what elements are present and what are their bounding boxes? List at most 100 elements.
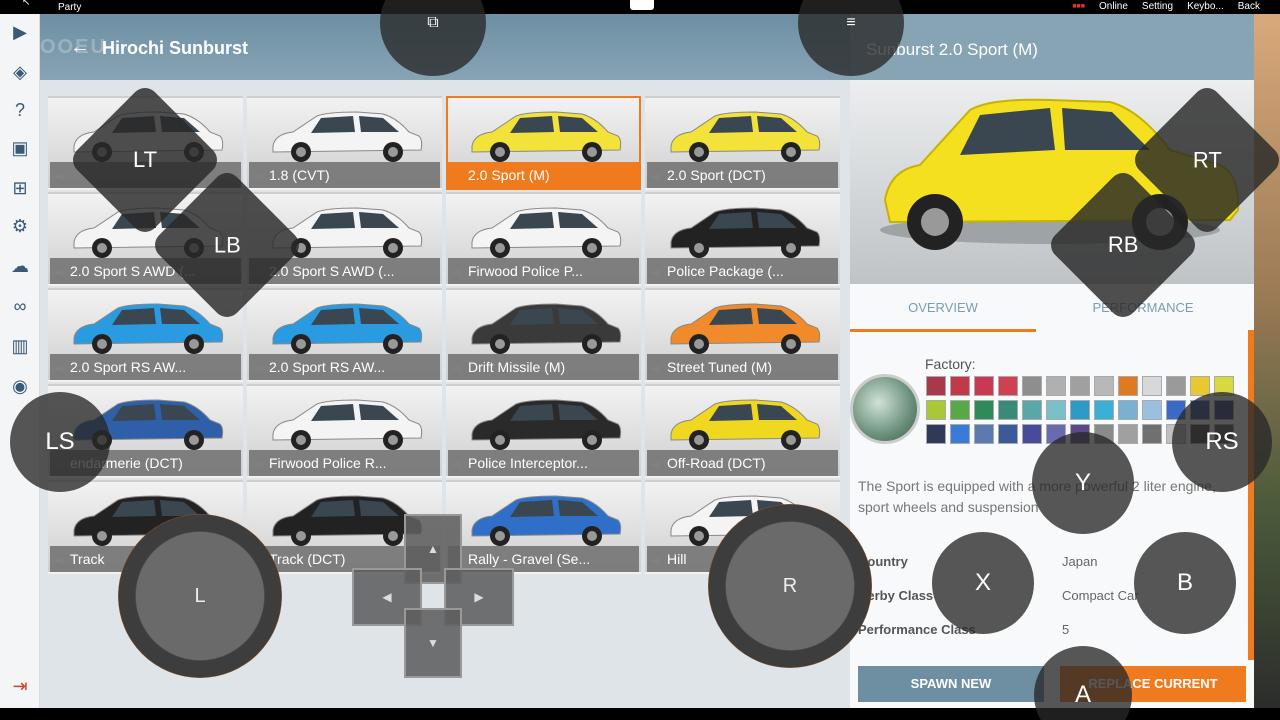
party-label[interactable]: Party [58,2,81,13]
config-label: Off-Road (DCT) [647,450,838,476]
settings-icon[interactable]: ⚙ [8,214,32,238]
rt-label: RT [1192,147,1222,172]
tab-overview[interactable]: OVERVIEW [850,284,1036,332]
layers-icon[interactable]: ◈ [8,60,32,84]
infinity-icon[interactable]: ∞ [8,294,32,318]
color-swatch[interactable] [950,400,970,420]
a-label: A [1074,681,1091,708]
left-stick[interactable]: L [118,514,282,678]
factory-label: Factory: [925,356,976,372]
exit-icon[interactable]: ⇥ [8,674,32,698]
config-tile[interactable]: ⋖2.0 Sport (M) [446,96,641,190]
briefcase-icon[interactable]: ▣ [8,136,32,160]
car-thumbnail [670,111,821,162]
color-swatch[interactable] [926,376,946,396]
color-swatch[interactable] [926,424,946,444]
config-tile[interactable]: ⋖1.8 (CVT) [247,96,442,190]
color-swatch[interactable] [926,400,946,420]
config-tile[interactable]: ⋖Street Tuned (M) [645,288,840,382]
config-label: 2.0 Sport (M) [448,162,639,188]
help-icon[interactable]: ? [8,98,32,122]
color-swatch[interactable] [1166,376,1186,396]
y-label: Y [1074,469,1091,496]
color-swatch[interactable] [1070,400,1090,420]
config-label: Police Package (... [647,258,838,284]
spawn-new-button[interactable]: SPAWN NEW [858,666,1044,702]
detail-header: Sunburst 2.0 Sport (M) [850,14,1254,80]
config-tile[interactable]: ⋖Police Interceptor... [446,384,641,478]
config-tile[interactable]: ⋖Firwood Police R... [247,384,442,478]
color-swatch[interactable] [950,376,970,396]
config-tile[interactable]: ⋖Rally - Gravel (Se... [446,480,641,574]
color-swatch[interactable] [1046,376,1066,396]
spec-value: Japan [1062,554,1098,569]
config-tile[interactable]: ⋖2.0 Sport RS AW... [247,288,442,382]
color-swatch[interactable] [998,400,1018,420]
color-swatch[interactable] [1142,400,1162,420]
config-tile[interactable]: ⋖Drift Missile (M) [446,288,641,382]
back-arrow-icon[interactable]: ↖ [22,0,30,8]
setting-link[interactable]: Setting [1142,1,1173,12]
color-swatch[interactable] [998,424,1018,444]
paint-preview-icon[interactable] [850,374,920,444]
color-swatch[interactable] [1118,400,1138,420]
car-thumbnail [471,207,622,258]
config-tile[interactable]: ⋖Off-Road (DCT) [645,384,840,478]
right-stick[interactable]: R [708,504,872,668]
y-button[interactable]: Y [1032,432,1134,534]
ls-label: LS [45,428,75,455]
online-link[interactable]: Online [1099,1,1128,12]
car-thumbnail [272,495,423,546]
detail-tabs: OVERVIEW PERFORMANCE [850,284,1254,332]
spec-value: Compact Car [1062,588,1139,603]
color-swatch[interactable] [1070,376,1090,396]
keyboard-link[interactable]: Keybo... [1187,1,1224,12]
camera-sidebar-icon[interactable]: ◉ [8,374,32,398]
color-swatch[interactable] [974,424,994,444]
rs-label: RS [1205,428,1239,455]
color-swatch[interactable] [1094,376,1114,396]
r-label: R [782,574,798,597]
color-swatch[interactable] [950,424,970,444]
car-thumbnail [471,111,622,162]
cloud-icon[interactable]: ☁ [8,254,32,278]
book-icon[interactable]: ▥ [8,334,32,358]
car-thumbnail [670,399,821,450]
config-label: 2.0 Sport (DCT) [647,162,838,188]
config-label: Drift Missile (M) [448,354,639,380]
back-link[interactable]: Back [1238,1,1260,12]
car-thumbnail [471,399,622,450]
system-bar: ↖ Party ■■■ Online Setting Keybo... Back [0,0,1280,14]
color-swatch[interactable] [1046,400,1066,420]
config-tile[interactable]: ⋖2.0 Sport (DCT) [645,96,840,190]
color-swatch[interactable] [974,400,994,420]
back-arrow-icon[interactable]: ← [70,36,90,59]
config-tile[interactable]: ⋖Firwood Police P... [446,192,641,286]
color-swatch[interactable] [1142,376,1162,396]
car-icon[interactable]: ⊞ [8,176,32,200]
b-label: B [1176,569,1193,596]
car-thumbnail [670,207,821,258]
config-tile[interactable]: ⋖Police Package (... [645,192,840,286]
color-swatch[interactable] [1118,424,1138,444]
color-swatch[interactable] [1118,376,1138,396]
ls-button[interactable]: LS [10,392,110,492]
x-label: X [974,569,991,596]
config-label: Firwood Police R... [249,450,440,476]
sidebar: ▶ ◈ ? ▣ ⊞ ⚙ ☁ ∞ ▥ ◉ ⇥ [0,14,40,720]
color-swatch[interactable] [1022,424,1042,444]
color-swatch[interactable] [1022,376,1042,396]
screen: ↖ Party ■■■ Online Setting Keybo... Back… [0,0,1280,720]
x-button[interactable]: X [932,532,1034,634]
color-swatch[interactable] [974,376,994,396]
rs-button[interactable]: RS [1172,392,1272,492]
dpad-down[interactable]: ▼ [404,608,462,678]
play-icon[interactable]: ▶ [8,20,32,44]
color-swatch[interactable] [1094,400,1114,420]
color-swatch[interactable] [1142,424,1162,444]
color-swatch[interactable] [998,376,1018,396]
color-swatch[interactable] [1022,400,1042,420]
config-label: 1.8 (CVT) [249,162,440,188]
b-button[interactable]: B [1134,532,1236,634]
camera-icon[interactable] [630,0,654,10]
